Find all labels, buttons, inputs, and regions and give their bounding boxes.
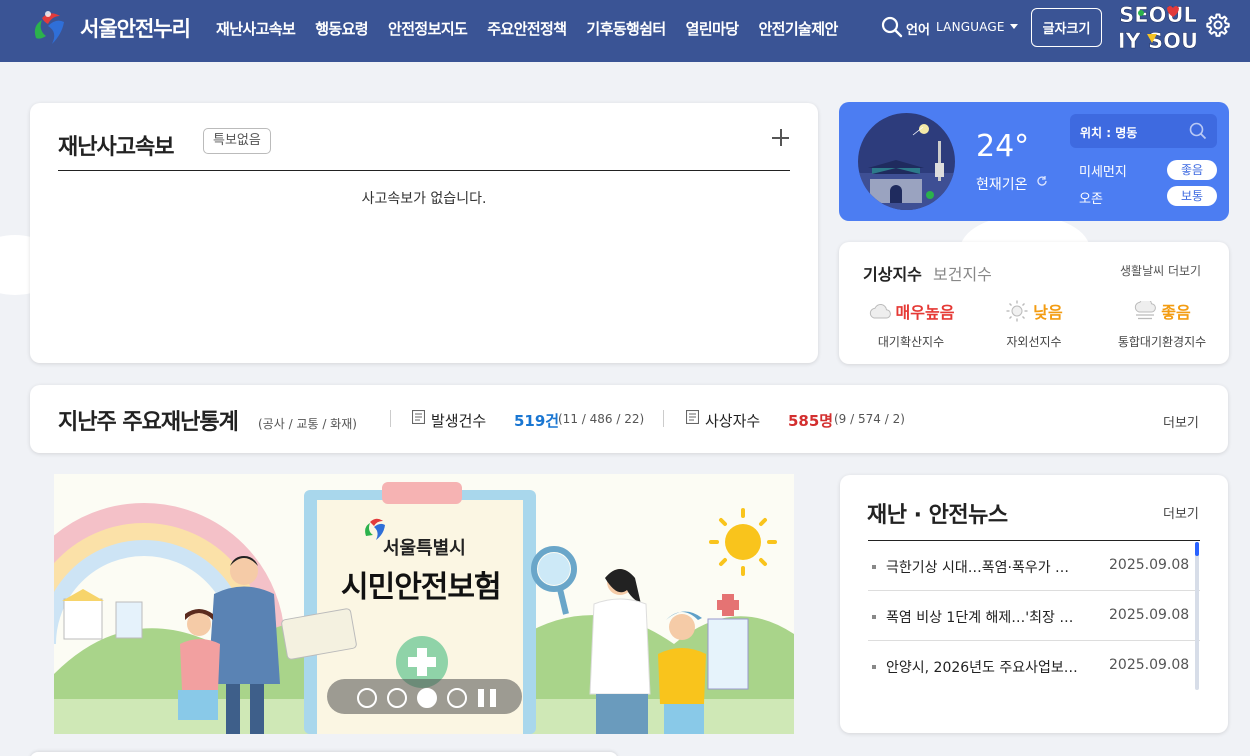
news-item[interactable]: 극한기상 시대…폭염·폭우가 … 2025.09.08 [868, 541, 1200, 591]
namdaemun-night-illustration [858, 113, 955, 210]
news-date: 2025.09.08 [1109, 557, 1190, 573]
disaster-news-title: 재난사고속보 [58, 135, 174, 160]
bullet [872, 565, 876, 569]
living-weather-more-link[interactable]: 생활날씨 더보기 [1120, 262, 1201, 279]
nav-open-forum[interactable]: 열린마당 [686, 18, 739, 39]
banner-org-name: 서울특별시 [383, 538, 466, 559]
current-temperature-label: 현재기온 [976, 177, 1028, 193]
plus-icon[interactable] [770, 127, 792, 149]
divider [390, 410, 391, 427]
news-date: 2025.09.08 [1109, 657, 1190, 673]
safety-news-panel: 재난 · 안전뉴스 더보기 극한기상 시대…폭염·폭우가 … 2025.09.0… [840, 475, 1228, 733]
sun-icon [1006, 300, 1028, 322]
stats-more-link[interactable]: 더보기 [1163, 412, 1199, 431]
living-index-panel: 기상지수 보건지수 생활날씨 더보기 매우높음 대기확산지수 낮음 자외선지수 … [839, 242, 1229, 364]
divider [58, 170, 790, 171]
slide-dot-1[interactable] [357, 688, 377, 708]
divider [663, 410, 664, 427]
language-select[interactable]: LANGUAGE [936, 20, 1005, 34]
uv-index: 낮음 자외선지수 [989, 299, 1079, 350]
air-quality-value: 좋음 [1161, 303, 1191, 322]
news-date: 2025.09.08 [1109, 607, 1190, 623]
uv-value: 낮음 [1033, 303, 1063, 322]
nav-disaster-news[interactable]: 재난사고속보 [216, 18, 296, 39]
pause-icon[interactable] [476, 689, 498, 707]
search-icon[interactable] [1189, 122, 1207, 140]
slide-dot-3[interactable] [417, 688, 437, 708]
scrollbar-track[interactable] [1195, 542, 1199, 690]
seoul-symbol-logo[interactable] [28, 8, 72, 48]
location-label: 위치 : 명동 [1080, 126, 1138, 140]
insurance-banner[interactable]: 서울특별시 시민안전보험 [54, 474, 794, 734]
seoul-logo-top-text: SEOUL [1120, 3, 1196, 27]
tab-weather-index[interactable]: 기상지수 [863, 261, 922, 285]
scrollbar-thumb[interactable] [1195, 542, 1199, 556]
casualty-label: 사상자수 [705, 412, 761, 430]
next-section-card [30, 752, 618, 756]
safety-news-title: 재난 · 안전뉴스 [867, 503, 1008, 528]
seoul-logo-bottom-text: MY SOUL [1120, 29, 1196, 53]
refresh-icon[interactable] [1036, 175, 1048, 187]
news-item[interactable]: 안양시, 2026년도 주요사업보… 2025.09.08 [868, 641, 1200, 691]
main-nav: 재난사고속보 행동요령 안전정보지도 주요안전정책 기후동행쉼터 열린마당 안전… [216, 18, 858, 39]
cloud-icon [869, 304, 891, 319]
gear-icon[interactable] [1206, 13, 1230, 37]
weather-panel: 24° 현재기온 위치 : 명동 미세먼지 좋음 오존 보통 [839, 102, 1229, 221]
air-quality-label: 통합대기환경지수 [1117, 335, 1207, 349]
fine-dust-status-badge: 좋음 [1167, 160, 1217, 180]
document-icon [686, 410, 699, 424]
seoul-my-soul-logo[interactable]: SEOUL MY SOUL [1120, 0, 1196, 56]
tab-health-index[interactable]: 보건지수 [933, 261, 992, 285]
slide-pager [327, 679, 522, 714]
air-diffusion-value: 매우높음 [895, 303, 955, 322]
nav-climate-shelter[interactable]: 기후동행쉼터 [586, 18, 666, 39]
haze-icon [1135, 301, 1157, 320]
uv-label: 자외선지수 [1006, 335, 1062, 349]
site-title[interactable]: 서울안전누리 [80, 13, 191, 43]
stats-title: 지난주 주요재난통계 [58, 410, 239, 435]
banner-title: 시민안전보험 [341, 570, 502, 605]
weekly-disaster-stats-panel: 지난주 주요재난통계 (공사 / 교통 / 화재) 발생건수 519건 (11 … [30, 385, 1228, 453]
casualty-value: 585명 [788, 412, 834, 430]
news-headline[interactable]: 안양시, 2026년도 주요사업보… [886, 657, 1091, 677]
air-diffusion-index: 매우높음 대기확산지수 [861, 299, 961, 350]
nav-safety-policy[interactable]: 주요안전정책 [487, 18, 567, 39]
ozone-label: 오존 [1079, 192, 1103, 207]
chevron-down-icon[interactable] [1010, 24, 1018, 29]
document-icon [412, 410, 425, 424]
bullet [872, 665, 876, 669]
casualty-detail: (9 / 574 / 2) [834, 412, 905, 426]
stats-subtitle: (공사 / 교통 / 화재) [258, 417, 357, 431]
nav-tech-proposal[interactable]: 안전기술제안 [758, 18, 838, 39]
news-item[interactable]: 폭염 비상 1단계 해제…'최장 … 2025.09.08 [868, 591, 1200, 641]
ozone-status-badge: 보통 [1167, 186, 1217, 206]
occurrence-value: 519건 [514, 412, 560, 430]
nav-safety-map[interactable]: 안전정보지도 [388, 18, 468, 39]
slide-dot-4[interactable] [447, 688, 467, 708]
disaster-news-panel: 재난사고속보 특보없음 사고속보가 없습니다. [30, 103, 818, 363]
news-more-link[interactable]: 더보기 [1163, 503, 1199, 522]
air-diffusion-label: 대기확산지수 [877, 335, 945, 349]
occurrence-label: 발생건수 [431, 412, 487, 430]
alert-status-badge: 특보없음 [203, 128, 271, 154]
occurrence-detail: (11 / 486 / 22) [558, 412, 645, 426]
empty-message: 사고속보가 없습니다. [361, 191, 487, 207]
temperature-value: 24° [976, 129, 1030, 164]
search-icon[interactable] [881, 16, 903, 38]
nav-action-guide[interactable]: 행동요령 [315, 18, 368, 39]
font-size-button[interactable]: 글자크기 [1031, 8, 1102, 47]
fine-dust-label: 미세먼지 [1079, 165, 1127, 180]
news-headline[interactable]: 극한기상 시대…폭염·폭우가 … [886, 557, 1091, 577]
air-quality-index: 좋음 통합대기환경지수 [1107, 299, 1217, 350]
slide-dot-2[interactable] [387, 688, 407, 708]
bullet [872, 615, 876, 619]
site-header: 서울안전누리 재난사고속보 행동요령 안전정보지도 주요안전정책 기후동행쉼터 … [0, 0, 1250, 62]
language-label[interactable]: 언어 [906, 19, 930, 38]
news-headline[interactable]: 폭염 비상 1단계 해제…'최장 … [886, 607, 1091, 627]
location-selector[interactable]: 위치 : 명동 [1070, 114, 1217, 148]
